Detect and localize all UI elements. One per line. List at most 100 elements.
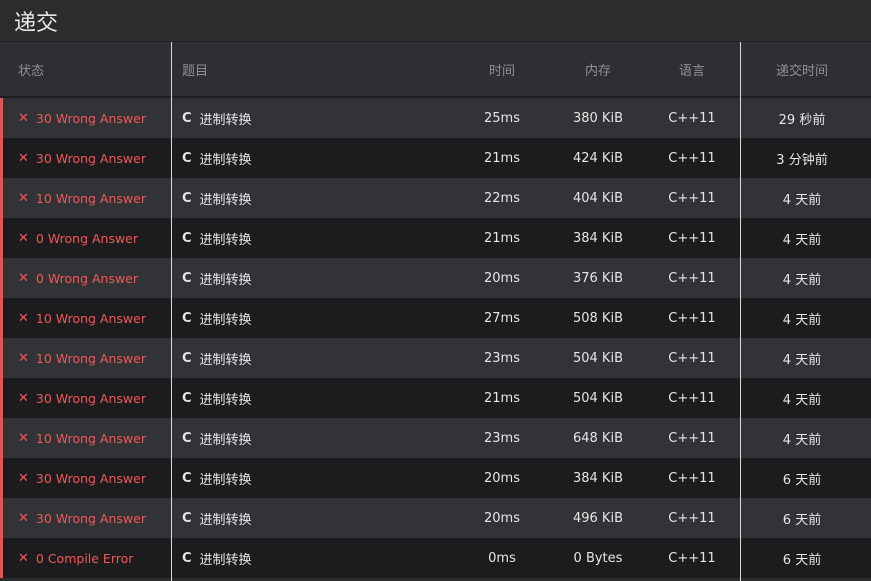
close-icon: ✕ — [18, 390, 29, 406]
status-link[interactable]: 30 Wrong Answer — [36, 151, 146, 166]
problem-cell: C 进制转换 — [182, 178, 462, 218]
problem-link[interactable]: 进制转换 — [200, 509, 252, 528]
problem-link[interactable]: 进制转换 — [200, 429, 252, 448]
close-icon: ✕ — [18, 470, 29, 486]
close-icon: ✕ — [18, 110, 29, 126]
problem-badge: C — [182, 110, 192, 126]
language-value: C++11 — [668, 390, 716, 406]
problem-link[interactable]: 进制转换 — [200, 149, 252, 168]
page-title: 递交 — [14, 11, 59, 36]
column-header-language: 语言 — [678, 63, 705, 79]
submitted-time: 6 天前 — [782, 472, 822, 488]
memory-value: 380 KiB — [572, 110, 623, 126]
status-cell: ✕ 30 Wrong Answer — [18, 98, 170, 138]
problem-link[interactable]: 进制转换 — [200, 349, 252, 368]
close-icon: ✕ — [18, 310, 29, 326]
time-value: 21ms — [484, 390, 520, 406]
status-marker — [0, 218, 3, 258]
problem-badge: C — [182, 350, 192, 366]
problem-badge: C — [182, 390, 192, 406]
problem-badge: C — [182, 190, 192, 206]
time-value: 20ms — [484, 270, 520, 286]
submitted-time: 4 天前 — [782, 352, 822, 368]
time-value: 27ms — [484, 310, 520, 326]
problem-badge: C — [182, 150, 192, 166]
submitted-time: 4 天前 — [782, 312, 822, 328]
problem-link[interactable]: 进制转换 — [200, 269, 252, 288]
problem-cell: C 进制转换 — [182, 98, 462, 138]
status-marker — [0, 378, 3, 418]
problem-link[interactable]: 进制转换 — [200, 229, 252, 248]
problem-link[interactable]: 进制转换 — [200, 549, 252, 568]
close-icon: ✕ — [18, 150, 29, 166]
problem-cell: C 进制转换 — [182, 418, 462, 458]
language-value: C++11 — [668, 430, 716, 446]
column-divider-submitted — [740, 42, 741, 581]
memory-value: 376 KiB — [572, 270, 623, 286]
memory-value: 496 KiB — [572, 510, 623, 526]
time-value: 0ms — [488, 550, 516, 566]
status-link[interactable]: 30 Wrong Answer — [36, 471, 146, 486]
status-link[interactable]: 10 Wrong Answer — [36, 351, 146, 366]
status-cell: ✕ 10 Wrong Answer — [18, 338, 170, 378]
status-link[interactable]: 30 Wrong Answer — [36, 111, 146, 126]
status-link[interactable]: 0 Wrong Answer — [36, 271, 138, 286]
problem-cell: C 进制转换 — [182, 298, 462, 338]
status-marker — [0, 338, 3, 378]
status-link[interactable]: 30 Wrong Answer — [36, 391, 146, 406]
problem-link[interactable]: 进制转换 — [200, 469, 252, 488]
language-value: C++11 — [668, 270, 716, 286]
status-cell: ✕ 10 Wrong Answer — [18, 178, 170, 218]
column-divider-status — [171, 42, 172, 581]
time-value: 23ms — [484, 430, 520, 446]
language-value: C++11 — [668, 350, 716, 366]
problem-badge: C — [182, 550, 192, 566]
close-icon: ✕ — [18, 510, 29, 526]
status-cell: ✕ 30 Wrong Answer — [18, 458, 170, 498]
status-link[interactable]: 10 Wrong Answer — [36, 431, 146, 446]
memory-value: 648 KiB — [572, 430, 623, 446]
submitted-time: 4 天前 — [782, 192, 822, 208]
status-link[interactable]: 0 Compile Error — [36, 551, 134, 566]
problem-link[interactable]: 进制转换 — [200, 109, 252, 128]
close-icon: ✕ — [18, 230, 29, 246]
status-link[interactable]: 10 Wrong Answer — [36, 191, 146, 206]
memory-value: 0 Bytes — [573, 550, 623, 566]
language-value: C++11 — [668, 190, 716, 206]
status-cell: ✕ 30 Wrong Answer — [18, 498, 170, 538]
column-header-status: 状态 — [18, 63, 45, 79]
close-icon: ✕ — [18, 350, 29, 366]
status-marker — [0, 538, 3, 578]
problem-link[interactable]: 进制转换 — [200, 389, 252, 408]
problem-badge: C — [182, 470, 192, 486]
language-value: C++11 — [668, 510, 716, 526]
problem-cell: C 进制转换 — [182, 258, 462, 298]
status-marker — [0, 138, 3, 178]
column-header-problem: 题目 — [182, 63, 209, 79]
close-icon: ✕ — [18, 190, 29, 206]
status-link[interactable]: 0 Wrong Answer — [36, 231, 138, 246]
column-header-time: 时间 — [488, 63, 515, 79]
time-value: 21ms — [484, 150, 520, 166]
problem-badge: C — [182, 310, 192, 326]
problem-cell: C 进制转换 — [182, 338, 462, 378]
status-link[interactable]: 10 Wrong Answer — [36, 311, 146, 326]
problem-link[interactable]: 进制转换 — [200, 309, 252, 328]
time-value: 23ms — [484, 350, 520, 366]
language-value: C++11 — [668, 110, 716, 126]
column-header-memory: 内存 — [584, 63, 611, 79]
column-header-submitted: 递交时间 — [775, 63, 828, 79]
submitted-time: 4 天前 — [782, 272, 822, 288]
memory-value: 504 KiB — [572, 350, 623, 366]
close-icon: ✕ — [18, 550, 29, 566]
problem-badge: C — [182, 510, 192, 526]
time-value: 21ms — [484, 230, 520, 246]
status-marker — [0, 178, 3, 218]
memory-value: 384 KiB — [572, 230, 623, 246]
status-link[interactable]: 30 Wrong Answer — [36, 511, 146, 526]
time-value: 22ms — [484, 190, 520, 206]
problem-cell: C 进制转换 — [182, 458, 462, 498]
problem-link[interactable]: 进制转换 — [200, 189, 252, 208]
language-value: C++11 — [668, 150, 716, 166]
status-marker — [0, 298, 3, 338]
